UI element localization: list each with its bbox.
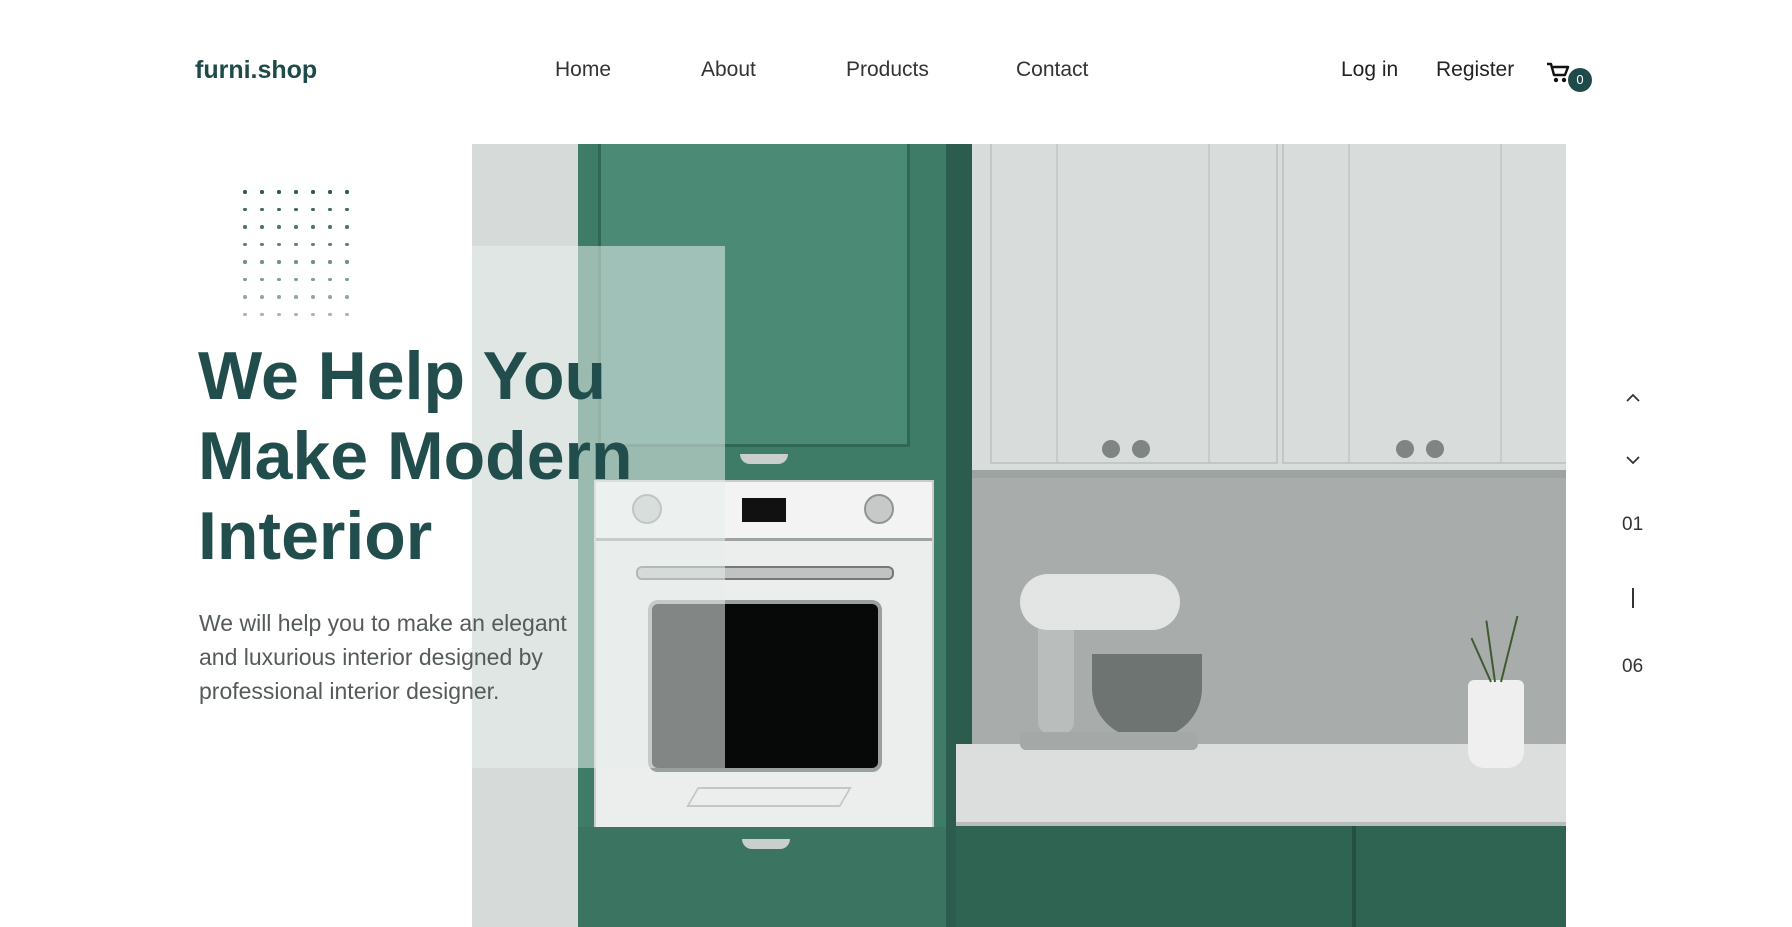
dot bbox=[243, 277, 247, 281]
dot bbox=[311, 190, 315, 194]
dot bbox=[260, 242, 264, 246]
dot bbox=[243, 242, 247, 246]
description-line: and luxurious interior designed by bbox=[199, 644, 543, 670]
dot bbox=[243, 207, 247, 211]
dot bbox=[294, 225, 298, 229]
white-jug bbox=[1468, 680, 1524, 768]
headline-line: We Help You bbox=[198, 338, 607, 414]
dot bbox=[260, 295, 264, 299]
dot bbox=[311, 295, 315, 299]
dot bbox=[328, 207, 332, 211]
dot bbox=[277, 295, 281, 299]
dot bbox=[243, 295, 247, 299]
dot bbox=[345, 295, 349, 299]
dot bbox=[277, 242, 281, 246]
headline-line: Make Modern bbox=[198, 418, 633, 494]
dot bbox=[277, 225, 281, 229]
dot bbox=[294, 242, 298, 246]
nav-products[interactable]: Products bbox=[846, 58, 929, 82]
dot bbox=[294, 312, 298, 316]
slide-current-number: 01 bbox=[1622, 514, 1644, 535]
dot bbox=[243, 190, 247, 194]
dot bbox=[328, 190, 332, 194]
dot bbox=[328, 295, 332, 299]
dot bbox=[328, 312, 332, 316]
dot bbox=[294, 277, 298, 281]
dot bbox=[260, 277, 264, 281]
dot bbox=[260, 207, 264, 211]
dot bbox=[328, 260, 332, 264]
slide-total-number: 06 bbox=[1622, 656, 1644, 677]
dot bbox=[345, 260, 349, 264]
cart-button[interactable]: 0 bbox=[1546, 58, 1596, 94]
dot bbox=[311, 312, 315, 316]
dot bbox=[243, 260, 247, 264]
cart-count-badge: 0 bbox=[1568, 68, 1592, 92]
dot bbox=[260, 312, 264, 316]
register-link[interactable]: Register bbox=[1436, 58, 1514, 82]
dot bbox=[243, 312, 247, 316]
dot bbox=[260, 260, 264, 264]
hero-description: We will help you to make an elegant and … bbox=[199, 606, 619, 708]
stand-mixer bbox=[1038, 614, 1074, 734]
headline-line: Interior bbox=[198, 498, 433, 574]
site-logo[interactable]: furni.shop bbox=[195, 56, 317, 85]
chevron-up-icon bbox=[1626, 393, 1640, 402]
nav-home[interactable]: Home bbox=[555, 58, 611, 82]
login-link[interactable]: Log in bbox=[1341, 58, 1398, 82]
dot bbox=[311, 225, 315, 229]
dot bbox=[260, 190, 264, 194]
dot bbox=[277, 260, 281, 264]
dot bbox=[294, 260, 298, 264]
dot bbox=[328, 277, 332, 281]
dot bbox=[294, 190, 298, 194]
dot bbox=[243, 225, 247, 229]
slide-prev-button[interactable] bbox=[1618, 384, 1648, 412]
dot bbox=[345, 190, 349, 194]
dot bbox=[311, 207, 315, 211]
decorative-dot-grid bbox=[243, 190, 357, 320]
dot bbox=[311, 277, 315, 281]
slide-next-button[interactable] bbox=[1618, 446, 1648, 474]
dot bbox=[311, 242, 315, 246]
dot bbox=[345, 277, 349, 281]
dot bbox=[294, 207, 298, 211]
dot bbox=[311, 260, 315, 264]
chevron-down-icon bbox=[1626, 456, 1640, 465]
nav-contact[interactable]: Contact bbox=[1016, 58, 1088, 82]
nav-about[interactable]: About bbox=[701, 58, 756, 82]
slide-separator bbox=[1632, 588, 1634, 608]
dot bbox=[328, 225, 332, 229]
dot bbox=[277, 312, 281, 316]
dot bbox=[328, 242, 332, 246]
description-line: professional interior designer. bbox=[199, 678, 500, 704]
dot bbox=[345, 242, 349, 246]
dot bbox=[277, 190, 281, 194]
cart-icon bbox=[1547, 62, 1570, 83]
description-line: We will help you to make an elegant bbox=[199, 610, 567, 636]
dot bbox=[260, 225, 264, 229]
dot bbox=[345, 207, 349, 211]
dot bbox=[277, 277, 281, 281]
dot bbox=[345, 225, 349, 229]
hero-headline: We Help You Make Modern Interior bbox=[198, 336, 633, 576]
dot bbox=[345, 312, 349, 316]
dot bbox=[277, 207, 281, 211]
dot bbox=[294, 295, 298, 299]
